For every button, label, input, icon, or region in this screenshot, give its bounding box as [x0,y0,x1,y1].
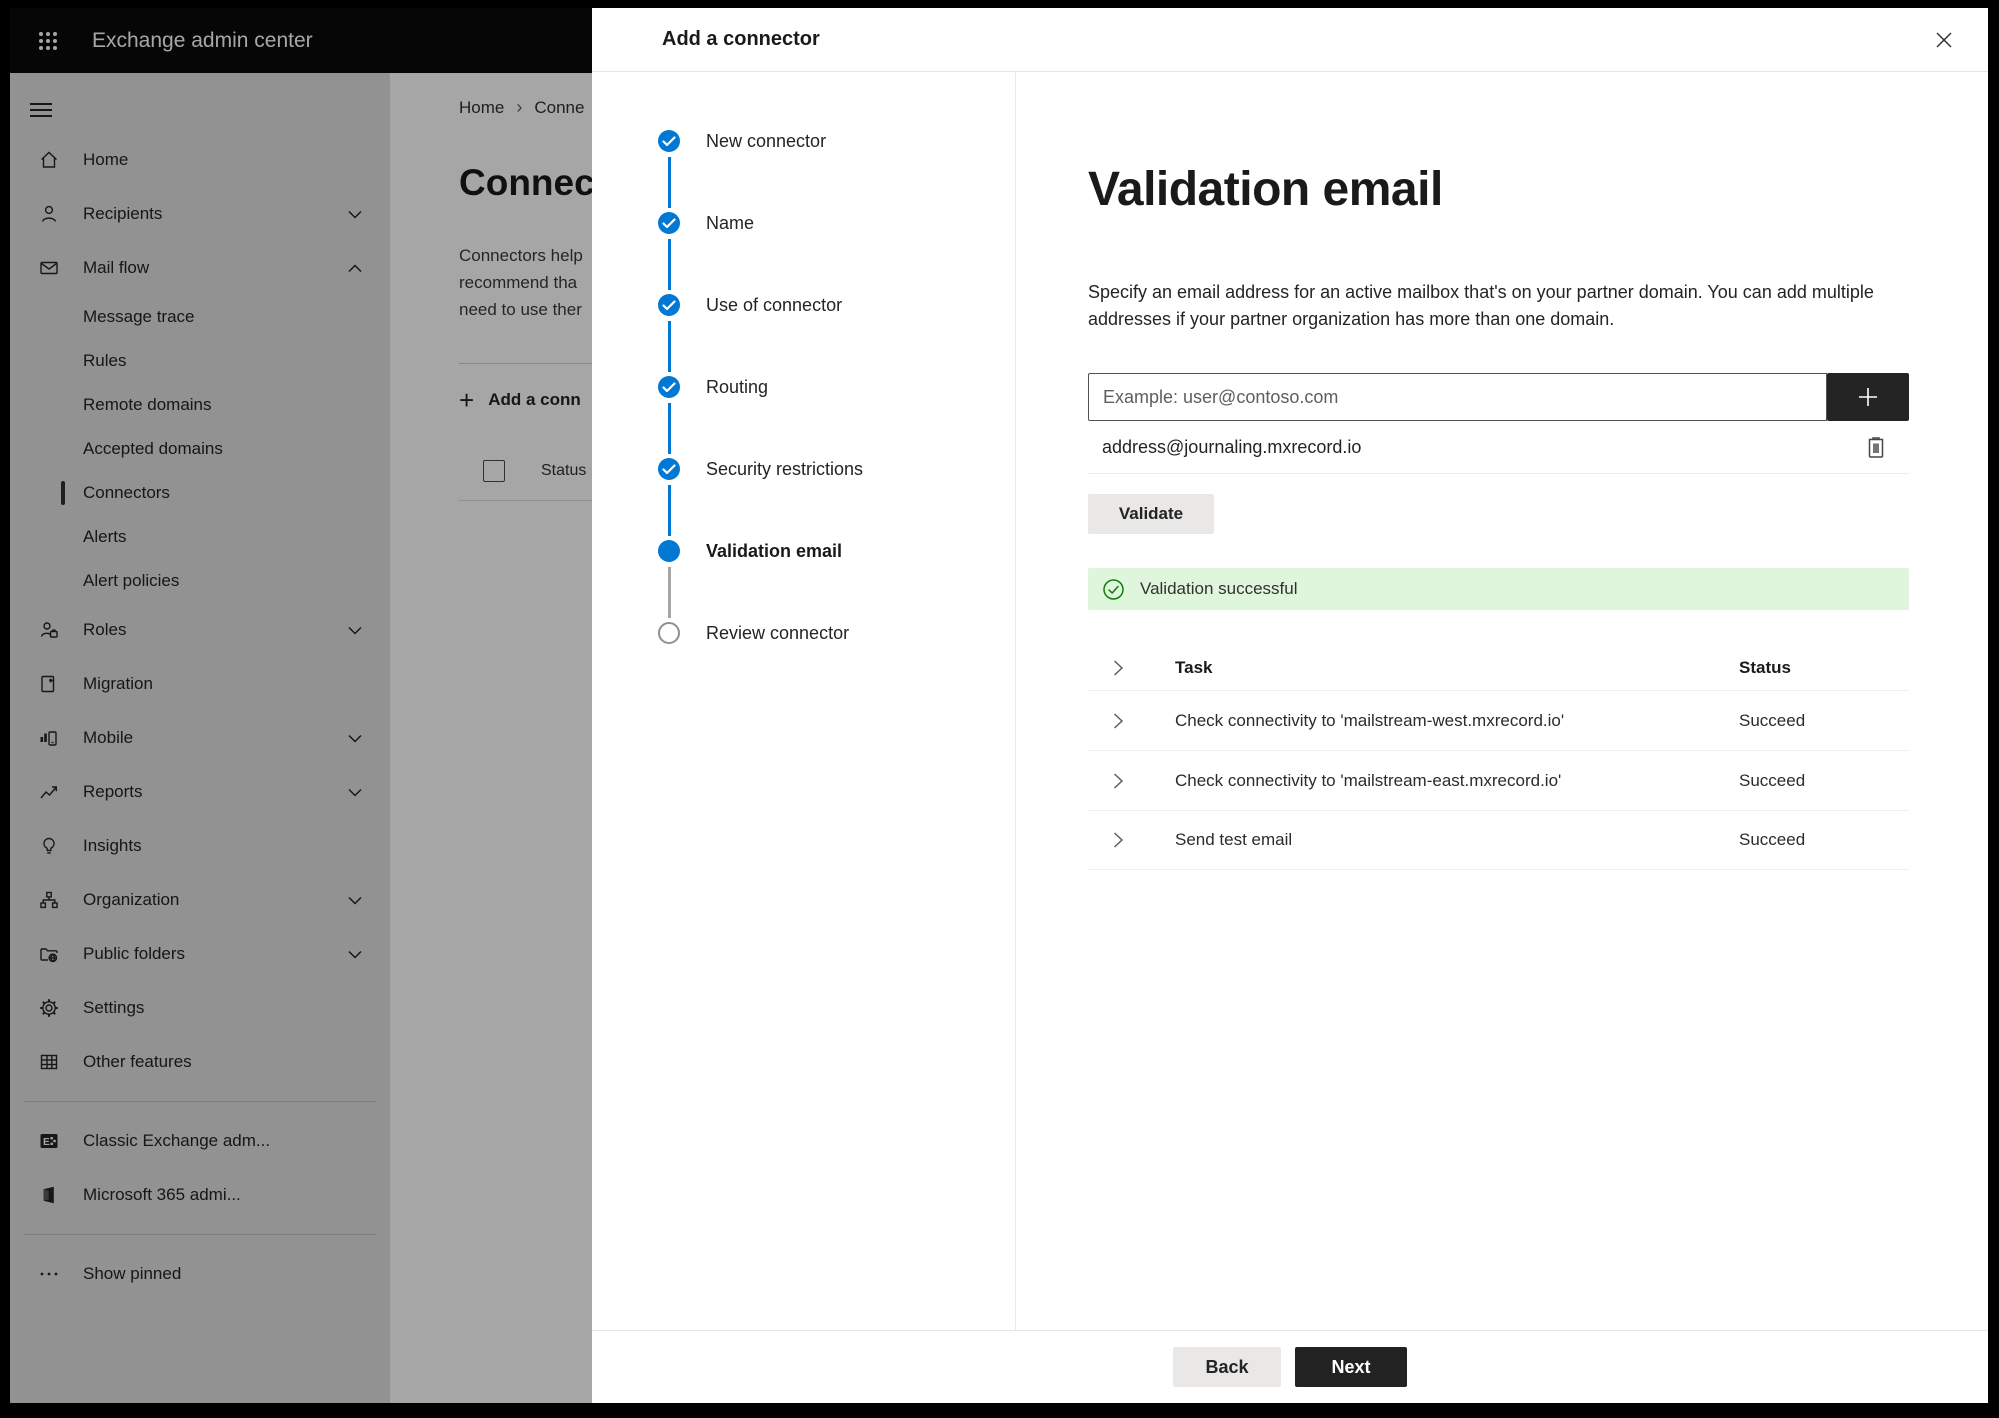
step-label: Routing [706,377,769,397]
delete-address-button[interactable] [1865,435,1887,459]
task-cell: Send test email [1175,830,1293,849]
banner-message: Validation successful [1140,579,1298,598]
chevron-right-icon[interactable] [1112,712,1132,730]
step-label: Security restrictions [706,459,864,479]
step-label: New connector [706,131,827,151]
table-row: Check connectivity to 'mailstream-east.m… [1088,750,1909,810]
step-complete-icon [658,130,680,152]
status-cell: Succeed [1739,830,1806,849]
app-window: Exchange admin center Home Recipients Ma… [10,8,1988,1403]
step-label: Validation email [706,541,843,561]
add-address-button[interactable] [1827,373,1909,421]
step-review-connector[interactable]: Review connector [658,622,1015,704]
step-use-of-connector[interactable]: Use of connector [658,294,1015,376]
wizard-steps: New connector Name Use of connector Rout… [592,72,1016,1330]
step-complete-icon [658,294,680,316]
status-cell: Succeed [1739,710,1806,730]
step-complete-icon [658,458,680,480]
next-button[interactable]: Next [1295,1347,1407,1387]
step-name[interactable]: Name [658,212,1015,294]
status-column-header: Status [1739,658,1791,677]
close-button[interactable] [1926,22,1962,58]
close-icon [1934,30,1954,50]
added-address: address@journaling.mxrecord.io [1102,436,1362,457]
step-label: Review connector [706,623,850,643]
step-label: Name [706,213,755,233]
table-row: Check connectivity to 'mailstream-west.m… [1088,690,1909,750]
step-active-icon [658,540,680,562]
step-label: Use of connector [706,295,843,315]
task-cell: Check connectivity to 'mailstream-west.m… [1175,710,1565,730]
modal-header: Add a connector [592,8,1988,72]
validation-email-panel: Validation email Specify an email addres… [1016,72,1988,1330]
step-new-connector[interactable]: New connector [658,130,1015,212]
step-security-restrictions[interactable]: Security restrictions [658,458,1015,540]
validation-success-banner: Validation successful [1088,568,1909,610]
trash-icon [1865,435,1887,459]
task-cell: Check connectivity to 'mailstream-east.m… [1175,770,1562,790]
validate-button[interactable]: Validate [1088,494,1214,534]
validation-tasks-table: Task Status Check connectivity to 'mails… [1088,646,1909,870]
status-cell: Succeed [1739,770,1806,790]
success-check-icon [1102,578,1125,601]
chevron-right-icon[interactable] [1112,772,1132,790]
plus-icon [1857,386,1879,408]
modal-title: Add a connector [662,28,820,50]
added-address-row: address@journaling.mxrecord.io [1088,421,1909,474]
panel-description: Specify an email address for an active m… [1088,282,1874,329]
table-header-row: Task Status [1088,646,1909,690]
add-connector-modal: Add a connector New connector Name Use o… [592,8,1988,1403]
step-validation-email[interactable]: Validation email [658,540,1015,622]
task-column-header: Task [1175,658,1213,677]
step-complete-icon [658,376,680,398]
step-upcoming-icon [658,622,680,644]
email-address-input[interactable] [1088,373,1827,421]
chevron-right-icon[interactable] [1112,659,1132,677]
modal-footer: Back Next [592,1330,1988,1403]
back-button[interactable]: Back [1173,1347,1281,1387]
step-routing[interactable]: Routing [658,376,1015,458]
step-complete-icon [658,212,680,234]
table-row: Send test email Succeed [1088,810,1909,870]
panel-title: Validation email [1088,163,1443,216]
chevron-right-icon[interactable] [1112,831,1132,849]
